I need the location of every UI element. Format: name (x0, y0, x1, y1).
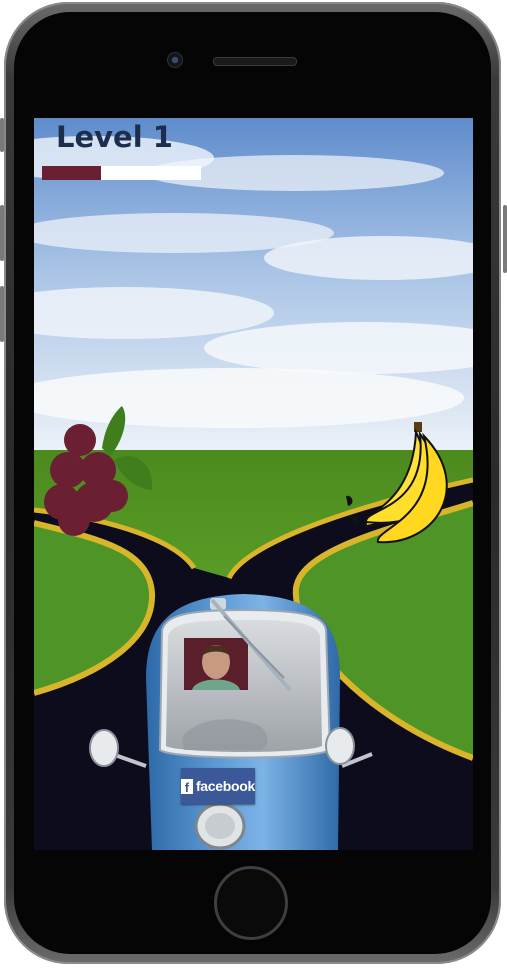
facebook-badge[interactable]: f facebook (181, 768, 255, 804)
facebook-f-icon: f (181, 778, 193, 795)
level-progress-fill (42, 166, 101, 180)
front-camera (167, 52, 183, 68)
level-title: Level 1 (56, 120, 173, 154)
earpiece-speaker (213, 57, 297, 66)
mute-switch (0, 118, 4, 152)
game-scene (34, 118, 473, 850)
volume-up-button (0, 205, 4, 261)
home-button[interactable] (214, 866, 288, 940)
facebook-label: facebook (195, 778, 255, 794)
volume-down-button (0, 286, 4, 342)
headlight (194, 802, 246, 850)
power-button (503, 205, 507, 273)
driver-photo (184, 638, 248, 690)
game-screen[interactable]: Level 1 f facebook (34, 118, 473, 850)
level-progress-bar (42, 166, 201, 180)
